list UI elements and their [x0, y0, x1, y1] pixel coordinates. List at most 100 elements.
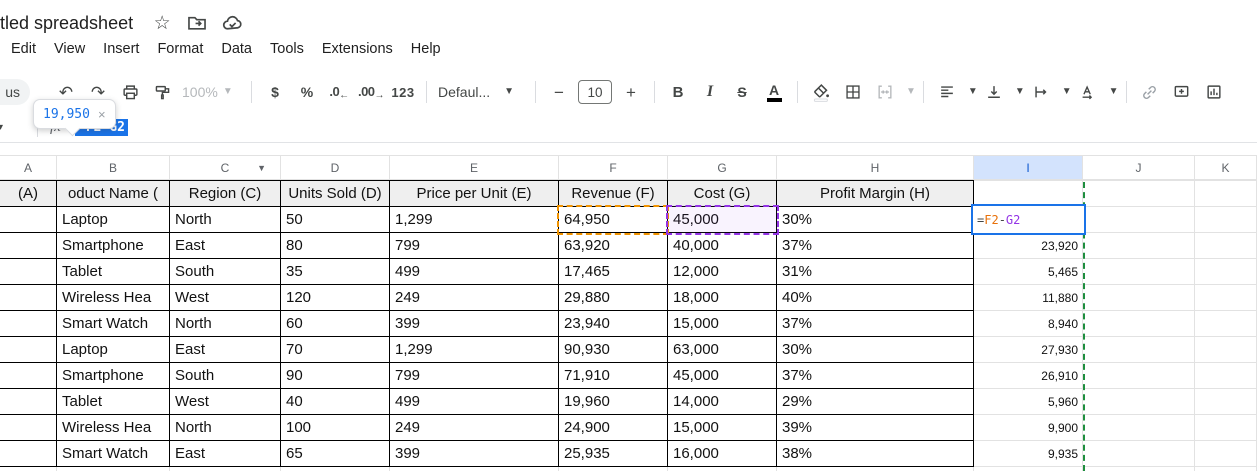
cell-I1[interactable] [974, 180, 1083, 207]
increase-font-size-button[interactable]: + [617, 78, 645, 106]
cell-C8[interactable]: South [170, 363, 281, 389]
column-header-H[interactable]: H [777, 156, 974, 180]
cell-A10[interactable] [0, 415, 57, 441]
cell-G8[interactable]: 45,000 [668, 363, 777, 389]
cell-partial[interactable] [0, 467, 57, 471]
cell-F11[interactable]: 25,935 [559, 441, 668, 467]
vertical-align-button[interactable] [980, 78, 1008, 106]
cell-D9[interactable]: 40 [281, 389, 390, 415]
cell-B4[interactable]: Tablet [57, 259, 170, 285]
text-rotation-button[interactable] [1074, 78, 1102, 106]
chevron-down-icon[interactable]: ▼ [906, 87, 916, 97]
cell-partial[interactable] [1083, 467, 1195, 471]
cell-F7[interactable]: 90,930 [559, 337, 668, 363]
cell-E2[interactable]: 1,299 [390, 207, 559, 233]
editing-cell-I2[interactable]: =F2-G2 [971, 204, 1086, 235]
cell-H5[interactable]: 40% [777, 285, 974, 311]
cell-A11[interactable] [0, 441, 57, 467]
cell-G7[interactable]: 63,000 [668, 337, 777, 363]
column-header-J[interactable]: J [1083, 156, 1195, 180]
cell-C3[interactable]: East [170, 233, 281, 259]
cell-J4[interactable] [1083, 259, 1195, 285]
cell-H11[interactable]: 38% [777, 441, 974, 467]
cell-K5[interactable] [1195, 285, 1257, 311]
cell-K2[interactable] [1195, 207, 1257, 233]
cell-K8[interactable] [1195, 363, 1257, 389]
strikethrough-button[interactable]: S [728, 78, 756, 106]
cell-I3[interactable]: 23,920 [974, 233, 1083, 259]
cell-J10[interactable] [1083, 415, 1195, 441]
cell-F3[interactable]: 63,920 [559, 233, 668, 259]
merge-cells-button[interactable] [871, 78, 899, 106]
cell-H8[interactable]: 37% [777, 363, 974, 389]
cell-I8[interactable]: 26,910 [974, 363, 1083, 389]
star-icon[interactable]: ☆ [149, 10, 175, 36]
cell-J8[interactable] [1083, 363, 1195, 389]
cell-E1[interactable]: Price per Unit (E) [390, 180, 559, 207]
cell-A2[interactable] [0, 207, 57, 233]
cell-J7[interactable] [1083, 337, 1195, 363]
cell-D11[interactable]: 65 [281, 441, 390, 467]
cell-C5[interactable]: West [170, 285, 281, 311]
column-header-G[interactable]: G [668, 156, 777, 180]
cell-J3[interactable] [1083, 233, 1195, 259]
increase-decimals-button[interactable]: .00→ [357, 78, 385, 106]
cell-I7[interactable]: 27,930 [974, 337, 1083, 363]
cell-K9[interactable] [1195, 389, 1257, 415]
cell-G4[interactable]: 12,000 [668, 259, 777, 285]
column-header-B[interactable]: B [57, 156, 170, 180]
cell-I10[interactable]: 9,900 [974, 415, 1083, 441]
cell-partial[interactable] [170, 467, 281, 471]
borders-button[interactable] [839, 78, 867, 106]
cell-D1[interactable]: Units Sold (D) [281, 180, 390, 207]
menu-tools[interactable]: Tools [261, 38, 313, 60]
cell-H6[interactable]: 37% [777, 311, 974, 337]
text-color-button[interactable]: A [760, 78, 788, 106]
cell-E8[interactable]: 799 [390, 363, 559, 389]
cell-K6[interactable] [1195, 311, 1257, 337]
cell-J11[interactable] [1083, 441, 1195, 467]
cell-E5[interactable]: 249 [390, 285, 559, 311]
cell-D10[interactable]: 100 [281, 415, 390, 441]
cell-H10[interactable]: 39% [777, 415, 974, 441]
cell-B6[interactable]: Smart Watch [57, 311, 170, 337]
column-header-K[interactable]: K [1195, 156, 1257, 180]
cell-partial[interactable] [57, 467, 170, 471]
cell-K1[interactable] [1195, 180, 1257, 207]
cell-C10[interactable]: North [170, 415, 281, 441]
cell-A7[interactable] [0, 337, 57, 363]
menu-view[interactable]: View [45, 38, 94, 60]
cell-B10[interactable]: Wireless Hea [57, 415, 170, 441]
insert-comment-button[interactable] [1168, 78, 1196, 106]
column-header-F[interactable]: F [559, 156, 668, 180]
chevron-down-icon[interactable]: ▼ [1015, 87, 1025, 97]
cell-B11[interactable]: Smart Watch [57, 441, 170, 467]
cell-D2[interactable]: 50 [281, 207, 390, 233]
cell-I6[interactable]: 8,940 [974, 311, 1083, 337]
column-header-D[interactable]: D [281, 156, 390, 180]
cell-E3[interactable]: 799 [390, 233, 559, 259]
chevron-down-icon[interactable]: ▼ [1062, 87, 1072, 97]
cell-A8[interactable] [0, 363, 57, 389]
cell-partial[interactable] [1195, 467, 1257, 471]
cell-B2[interactable]: Laptop [57, 207, 170, 233]
cell-A6[interactable] [0, 311, 57, 337]
cell-partial[interactable] [668, 467, 777, 471]
format-currency-button[interactable]: $ [261, 78, 289, 106]
cell-F9[interactable]: 19,960 [559, 389, 668, 415]
cell-I4[interactable]: 5,465 [974, 259, 1083, 285]
cell-A1[interactable]: (A) [0, 180, 57, 207]
cell-H7[interactable]: 30% [777, 337, 974, 363]
name-box-chevron-icon[interactable]: ▾ [0, 122, 10, 133]
menu-extensions[interactable]: Extensions [313, 38, 402, 60]
cell-J2[interactable] [1083, 207, 1195, 233]
cell-D8[interactable]: 90 [281, 363, 390, 389]
cell-K4[interactable] [1195, 259, 1257, 285]
cell-E4[interactable]: 499 [390, 259, 559, 285]
cell-F6[interactable]: 23,940 [559, 311, 668, 337]
cell-B5[interactable]: Wireless Hea [57, 285, 170, 311]
cell-C1[interactable]: Region (C) [170, 180, 281, 207]
cell-H3[interactable]: 37% [777, 233, 974, 259]
paint-format-button[interactable] [148, 78, 176, 106]
print-button[interactable] [116, 78, 144, 106]
